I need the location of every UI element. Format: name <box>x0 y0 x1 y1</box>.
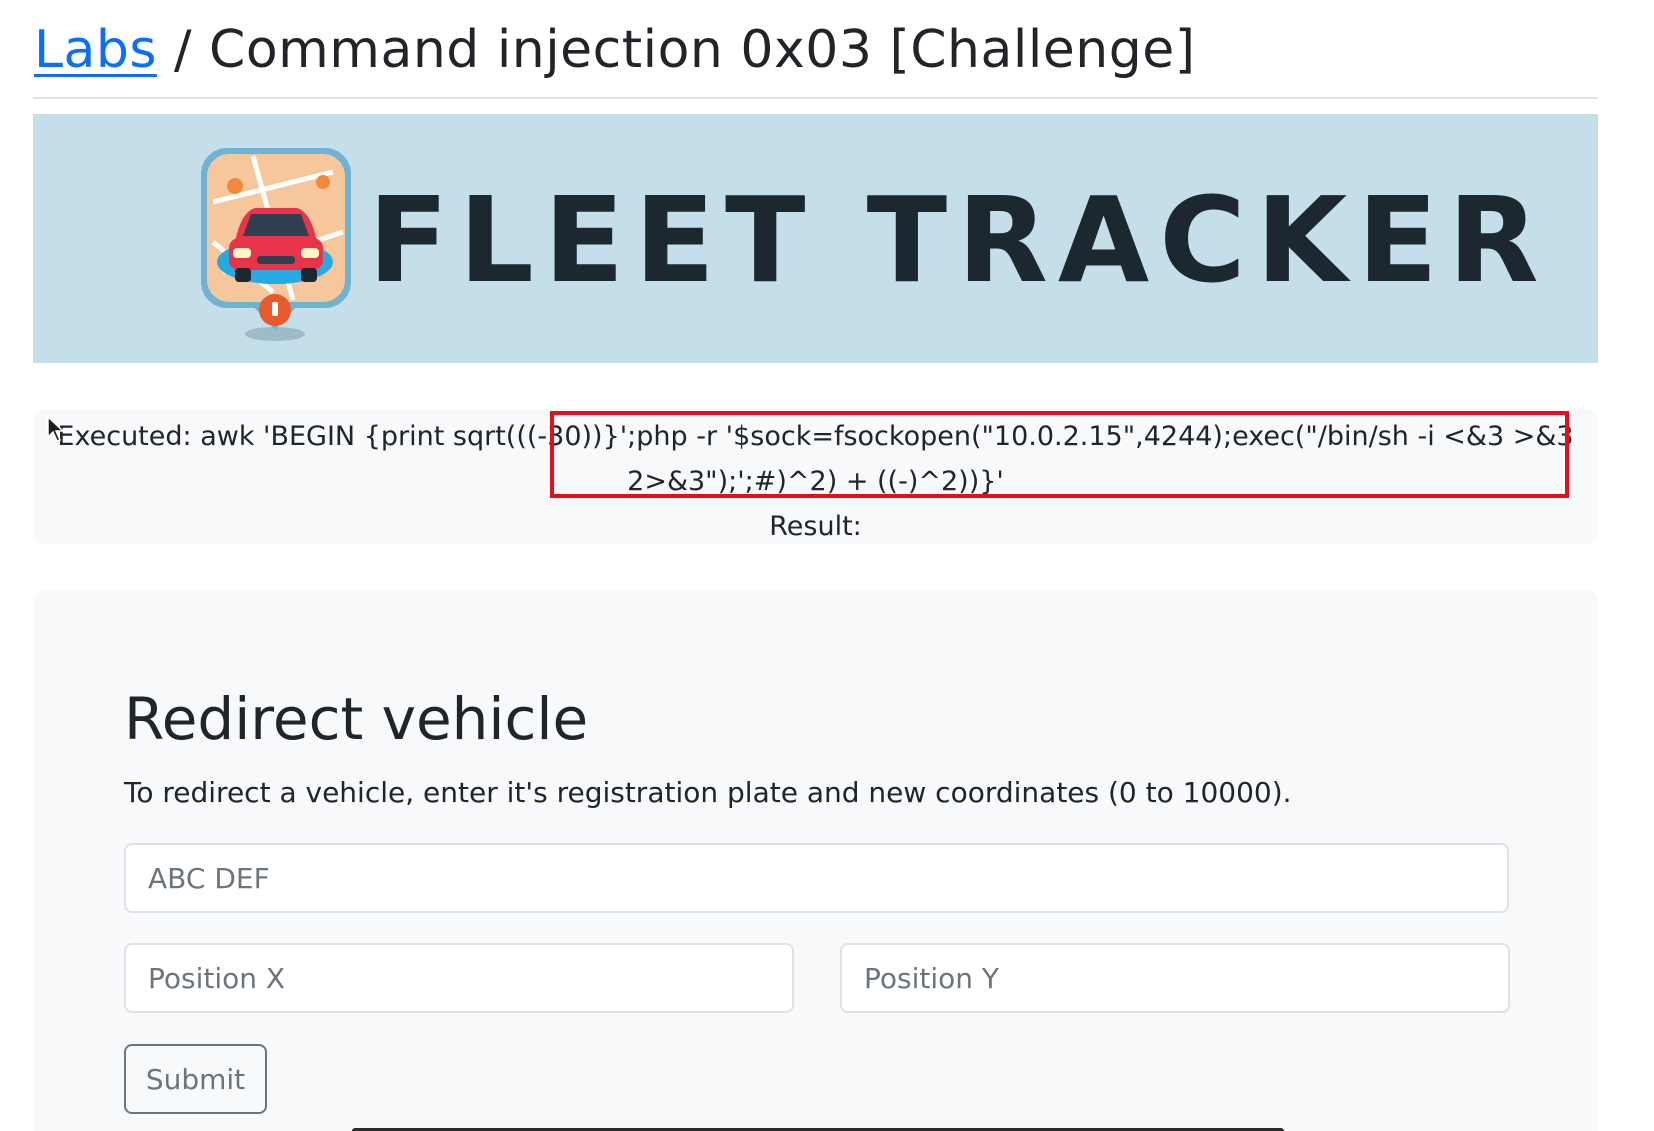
heading-divider <box>33 97 1598 99</box>
breadcrumb-separator: / <box>173 20 192 80</box>
page: Labs / Command injection 0x03 [Challenge… <box>0 0 1654 1131</box>
banner-title: FLEET TRACKER <box>368 171 1549 309</box>
annotation-highlight-box <box>550 411 1569 498</box>
position-y-input[interactable] <box>840 943 1510 1013</box>
labs-link[interactable]: Labs <box>34 20 157 80</box>
mouse-cursor-icon <box>47 415 65 442</box>
registration-plate-input[interactable] <box>124 843 1509 913</box>
page-title-text: Command injection 0x03 [Challenge] <box>209 20 1196 80</box>
form-description: To redirect a vehicle, enter it's regist… <box>124 776 1292 809</box>
page-title: Labs / Command injection 0x03 [Challenge… <box>34 14 1196 86</box>
banner-image: FLEET TRACKER <box>33 114 1598 363</box>
form-title: Redirect vehicle <box>124 685 589 753</box>
result-label: Result: <box>769 511 862 542</box>
position-x-input[interactable] <box>124 943 794 1013</box>
submit-button[interactable]: Submit <box>124 1044 267 1114</box>
car-map-pin-icon <box>201 148 351 341</box>
